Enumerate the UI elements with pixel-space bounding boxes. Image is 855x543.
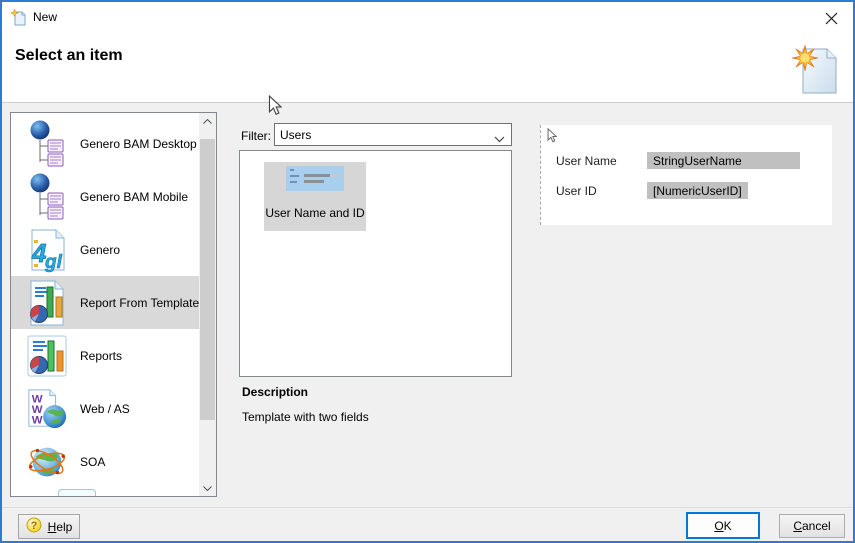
sidebar-item-label: SOA <box>80 455 105 469</box>
new-item-dialog: New Select an item <box>0 0 855 543</box>
reports-icon <box>26 332 68 380</box>
soa-globe-icon <box>26 438 68 486</box>
page-title: Select an item <box>15 47 123 65</box>
sidebar-item-label: Web / AS <box>80 402 130 416</box>
template-list: User Name and ID <box>239 150 512 377</box>
filter-label: Filter: <box>241 129 271 143</box>
sidebar-item-soa[interactable]: SOA <box>11 435 199 488</box>
help-button[interactable]: ? Help <box>18 514 80 539</box>
template-preview: User Name StringUserName User ID [Numeri… <box>540 125 832 225</box>
sidebar-item-genero[interactable]: 4 gl Genero <box>11 223 199 276</box>
filter-selected-value: Users <box>280 128 311 142</box>
help-icon: ? <box>26 517 42 536</box>
sidebar-item-label: Genero <box>80 243 120 257</box>
web-as-icon: WWW <box>26 385 68 433</box>
sidebar-item-reports[interactable]: Reports <box>11 329 199 382</box>
bam-tree-icon <box>26 120 68 168</box>
category-list: Genero BAM Desktop <box>10 112 217 497</box>
sidebar-item-label: Genero BAM Desktop <box>80 137 197 151</box>
sidebar-item-genero-bam-desktop[interactable]: Genero BAM Desktop <box>11 117 199 170</box>
scroll-up-icon[interactable] <box>199 113 216 129</box>
window-title: New <box>33 10 57 24</box>
cancel-button[interactable]: Cancel <box>779 514 845 538</box>
preview-field-label: User Name <box>556 154 617 168</box>
description-heading: Description <box>242 385 308 399</box>
sidebar-item-label: Genero BAM Mobile <box>80 190 188 204</box>
4gl-document-icon: 4 gl <box>26 226 68 274</box>
help-button-label: Help <box>48 520 73 534</box>
chevron-down-icon <box>494 132 505 146</box>
scroll-down-icon[interactable] <box>199 480 216 496</box>
new-document-large-icon <box>791 43 841 98</box>
footer-separator <box>2 507 853 508</box>
close-icon[interactable] <box>818 8 844 28</box>
description-text: Template with two fields <box>242 410 369 424</box>
preview-field-value: StringUserName <box>647 152 800 169</box>
filter-select[interactable]: Users <box>274 123 512 146</box>
preview-field-label: User ID <box>556 184 597 198</box>
bam-tree-icon <box>26 173 68 221</box>
dialog-header: Select an item <box>2 32 853 103</box>
template-caption: User Name and ID <box>264 206 366 220</box>
partial-next-item-icon <box>58 489 96 496</box>
preview-cursor-icon <box>547 128 557 146</box>
sidebar-item-report-from-template[interactable]: Report From Template <box>11 276 199 329</box>
preview-field-value: [NumericUserID] <box>647 182 748 199</box>
sidebar-item-label: Report From Template <box>80 296 199 310</box>
template-tile-user-name-and-id[interactable]: User Name and ID <box>264 162 366 231</box>
sidebar-scrollbar[interactable] <box>199 113 216 496</box>
ok-button-label: OK <box>714 519 731 533</box>
report-template-icon <box>26 279 68 327</box>
preview-field-user-name: User Name StringUserName <box>541 152 832 170</box>
template-thumbnail <box>286 166 344 194</box>
cancel-button-label: Cancel <box>793 519 830 533</box>
mouse-cursor <box>268 95 282 119</box>
svg-text:?: ? <box>30 520 37 532</box>
svg-text:W: W <box>32 414 43 426</box>
svg-text:gl: gl <box>44 252 63 273</box>
title-bar: New <box>2 2 853 32</box>
category-rows: Genero BAM Desktop <box>11 113 199 496</box>
scrollbar-thumb[interactable] <box>200 139 215 420</box>
new-document-icon <box>11 9 27 29</box>
sidebar-item-web-as[interactable]: WWW Web / AS <box>11 382 199 435</box>
preview-field-user-id: User ID [NumericUserID] <box>541 182 832 200</box>
ok-button[interactable]: OK <box>686 512 760 539</box>
sidebar-item-label: Reports <box>80 349 122 363</box>
sidebar-item-genero-bam-mobile[interactable]: Genero BAM Mobile <box>11 170 199 223</box>
